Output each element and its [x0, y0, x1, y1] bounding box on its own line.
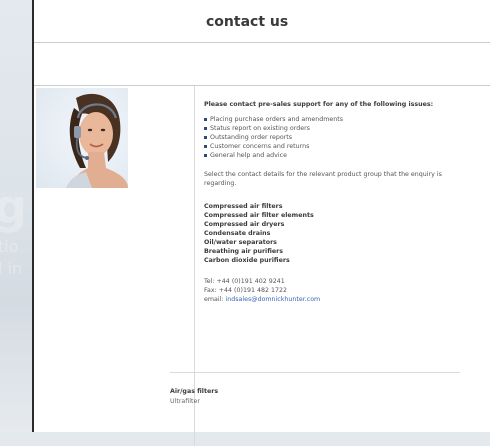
list-item: Placing purchase orders and amendments [204, 115, 490, 124]
email-line: email: indsales@domnickhunter.com [204, 295, 490, 304]
page-title: contact us [206, 14, 289, 30]
issues-list: Placing purchase orders and amendments S… [204, 115, 490, 160]
section-heading: Air/gas filters [170, 388, 219, 395]
list-item: General help and advice [204, 151, 490, 160]
list-item: Customer concerns and returns [204, 142, 490, 151]
product-group-item: Breathing air purifiers [204, 248, 284, 255]
contact-page: contact us Please contact pre-sales supp… [32, 0, 490, 446]
list-item: Status report on existing orders [204, 124, 490, 133]
email-link[interactable]: indsales@domnickhunter.com [226, 296, 321, 303]
section-divider [170, 372, 460, 373]
telephone-number: Tel: +44 (0)191 402 9241 [204, 278, 285, 285]
section-subheading: Ultrafilter [170, 398, 200, 405]
support-agent-photo [36, 88, 128, 188]
product-group-item: Compressed air dryers [204, 221, 285, 228]
select-instructions: Select the contact details for the relev… [204, 171, 442, 187]
intro-text: Please contact pre-sales support for any… [204, 101, 434, 108]
contact-details: Please contact pre-sales support for any… [204, 100, 490, 304]
product-groups-list: Compressed air filters Compressed air fi… [204, 202, 490, 265]
page-header: contact us [34, 0, 490, 43]
product-group-item: Oil/water separators [204, 239, 277, 246]
sub-bar [34, 43, 490, 86]
product-group-item: Compressed air filter elements [204, 212, 314, 219]
list-item: Outstanding order reports [204, 133, 490, 142]
product-group-item: Condensate drains [204, 230, 271, 237]
support-agent-headset-icon [66, 93, 128, 188]
product-group-item: Compressed air filters [204, 203, 283, 210]
fax-number: Fax: +44 (0)191 482 1722 [204, 287, 288, 294]
email-label: email: [204, 296, 226, 303]
product-group-item: Carbon dioxide purifiers [204, 257, 290, 264]
